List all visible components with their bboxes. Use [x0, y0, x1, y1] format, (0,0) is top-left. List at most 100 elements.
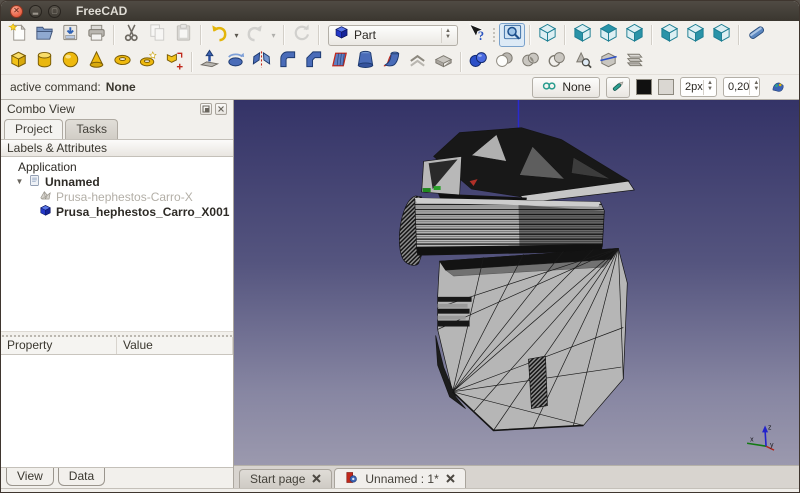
check-geometry-icon — [572, 49, 593, 75]
view-front-button[interactable] — [569, 23, 595, 47]
view-bottom-icon — [685, 22, 706, 48]
open-folder-button[interactable] — [31, 23, 57, 47]
draw-style-icon — [541, 78, 557, 97]
line-width-spinbox[interactable]: 2px ▲▼ — [680, 77, 717, 97]
measure-button[interactable] — [743, 23, 769, 47]
cone-button[interactable] — [83, 50, 109, 74]
boolean-cut-button[interactable] — [491, 50, 517, 74]
extrude-button[interactable] — [196, 50, 222, 74]
tab-close-icon[interactable] — [312, 472, 321, 486]
3d-viewport[interactable]: z x y — [234, 100, 799, 465]
fillet-button[interactable] — [274, 50, 300, 74]
panel-tab-view[interactable]: View — [6, 468, 54, 486]
workbench-selector-arrows[interactable]: ▲▼ — [441, 28, 454, 43]
combo-view-tabs: ProjectTasks — [1, 117, 233, 139]
property-column-header[interactable]: Value — [117, 337, 233, 354]
panel-float-icon[interactable] — [200, 103, 212, 115]
undo-button[interactable] — [205, 23, 231, 47]
tab-close-icon[interactable] — [446, 472, 455, 486]
create-primitives-button[interactable] — [135, 50, 161, 74]
tab-project[interactable]: Project — [4, 119, 63, 139]
paste-button[interactable] — [170, 23, 196, 47]
check-geometry-button[interactable] — [569, 50, 595, 74]
document-tab[interactable]: Start page — [239, 469, 332, 488]
view-rear-button[interactable] — [656, 23, 682, 47]
toolbar-separator — [529, 25, 530, 45]
point-size-spinbox[interactable]: 0,20 ▲▼ — [723, 77, 760, 97]
document-icon — [28, 174, 41, 190]
tree-expander[interactable]: ▼ — [15, 177, 24, 186]
view-bottom-button[interactable] — [682, 23, 708, 47]
cylinder-icon — [34, 49, 55, 75]
color-plot-button[interactable] — [766, 77, 790, 98]
freecad-window: ✕ ▂ ▢ FreeCAD ▾ ▾ Part ▲▼? active command: … — [0, 0, 800, 493]
document-tab[interactable]: Unnamed : 1* — [334, 468, 465, 488]
minimize-button[interactable]: ▂ — [29, 5, 42, 18]
workbench-value: Part — [354, 28, 376, 42]
active-command-bar: active command: None None 2px ▲▼ 0,20 ▲▼ — [1, 75, 799, 100]
undo-dropdown-icon[interactable]: ▾ — [231, 23, 242, 47]
mirror-button[interactable] — [248, 50, 274, 74]
view-axonometric-button[interactable] — [534, 23, 560, 47]
sweep-button[interactable] — [378, 50, 404, 74]
boolean-button[interactable] — [543, 50, 569, 74]
cut-button[interactable] — [118, 23, 144, 47]
close-button[interactable]: ✕ — [10, 5, 23, 18]
box-button[interactable] — [5, 50, 31, 74]
print-icon — [86, 22, 107, 48]
save-button[interactable] — [57, 23, 83, 47]
ruled-surface-button[interactable] — [326, 50, 352, 74]
cylinder-button[interactable] — [31, 50, 57, 74]
thickness-button[interactable] — [430, 50, 456, 74]
view-right-button[interactable] — [621, 23, 647, 47]
new-document-button[interactable] — [5, 23, 31, 47]
line-width-arrows[interactable]: ▲▼ — [703, 80, 716, 95]
view-front-icon — [572, 22, 593, 48]
boolean-common-button[interactable] — [517, 50, 543, 74]
face-color-swatch[interactable] — [658, 79, 674, 95]
property-column-header[interactable]: Property — [1, 337, 117, 354]
sphere-icon — [60, 49, 81, 75]
tree-item[interactable]: Application — [1, 159, 233, 174]
tree-item[interactable]: ▼ Unnamed — [1, 174, 233, 189]
whats-this-button[interactable]: ? — [463, 23, 489, 47]
loft-button[interactable] — [352, 50, 378, 74]
sweep-icon — [381, 49, 402, 75]
boolean-union-button[interactable] — [465, 50, 491, 74]
toolbar-separator — [651, 25, 652, 45]
panel-tab-data[interactable]: Data — [58, 468, 105, 486]
tab-tasks[interactable]: Tasks — [65, 119, 118, 139]
tree-item[interactable]: Prusa-hephestos-Carro-X — [1, 189, 233, 204]
panel-bottom-tabs: ViewData — [1, 467, 233, 488]
fit-all-button[interactable] — [499, 23, 525, 47]
tree-item[interactable]: Prusa_hephestos_Carro_X001 — [1, 204, 233, 219]
point-size-arrows[interactable]: ▲▼ — [749, 80, 760, 95]
sphere-button[interactable] — [57, 50, 83, 74]
maximize-button[interactable]: ▢ — [48, 5, 61, 18]
redo-button[interactable] — [242, 23, 268, 47]
line-color-swatch[interactable] — [636, 79, 652, 95]
revolve-button[interactable] — [222, 50, 248, 74]
copy-button[interactable] — [144, 23, 170, 47]
cross-sections-button[interactable] — [621, 50, 647, 74]
shape-builder-button[interactable] — [161, 50, 187, 74]
chamfer-button[interactable] — [300, 50, 326, 74]
redo-dropdown-icon[interactable]: ▾ — [268, 23, 279, 47]
toolbar-handle[interactable] — [492, 27, 496, 43]
draw-style-none-button[interactable]: None — [532, 77, 600, 98]
edge-pen-button[interactable] — [606, 77, 630, 98]
tree-item-label: Unnamed — [45, 175, 100, 189]
shape-builder-icon — [164, 49, 185, 75]
panel-close-icon[interactable] — [215, 103, 227, 115]
view-top-button[interactable] — [595, 23, 621, 47]
offset-button[interactable] — [404, 50, 430, 74]
torus-button[interactable] — [109, 50, 135, 74]
view-left-button[interactable] — [708, 23, 734, 47]
titlebar[interactable]: ✕ ▂ ▢ FreeCAD — [1, 1, 799, 21]
cross-sections-icon — [624, 49, 645, 75]
print-button[interactable] — [83, 23, 109, 47]
section-button[interactable] — [595, 50, 621, 74]
refresh-button[interactable] — [288, 23, 314, 47]
property-table-body[interactable] — [1, 355, 233, 467]
workbench-selector[interactable]: Part ▲▼ — [328, 25, 458, 46]
